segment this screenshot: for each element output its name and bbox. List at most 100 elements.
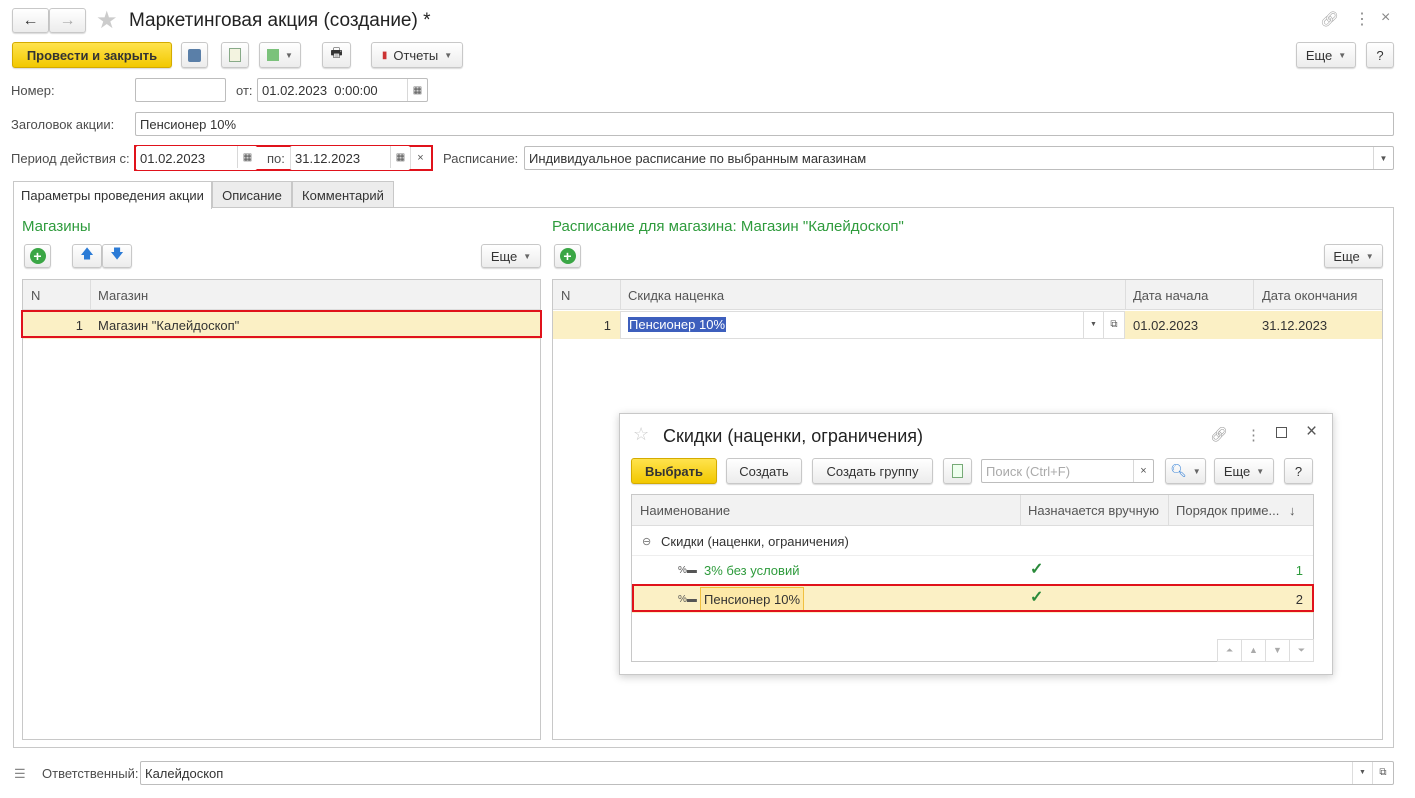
move-down-button[interactable]: 🡇︎ — [102, 244, 132, 268]
save-icon — [188, 48, 201, 62]
dropdown-arrow-icon[interactable]: ▼ — [1083, 312, 1103, 338]
plus-icon: + — [559, 248, 576, 264]
scroll-top-icon[interactable]: ⏶ — [1218, 640, 1242, 661]
group-row[interactable]: ⊖ Скидки (наценки, ограничения) — [632, 527, 1313, 556]
stores-table: N Магазин 1 Магазин "Калейдоскоп" — [22, 279, 541, 740]
link-icon[interactable]: 🔗︎ — [1210, 426, 1228, 443]
discount-input[interactable]: Пенсионер 10% ▼ ⧉ — [620, 311, 1125, 339]
sort-arrow-icon[interactable]: ↓ — [1289, 495, 1296, 526]
add-store-button[interactable]: + — [24, 244, 51, 268]
close-icon[interactable]: × — [1306, 421, 1317, 443]
dropdown-arrow-icon[interactable]: ▼ — [1373, 147, 1393, 169]
favorite-star-icon[interactable]: ☆ — [633, 424, 649, 445]
more-label: Еще — [490, 248, 518, 264]
create-based-on-button[interactable]: ▼ — [259, 42, 301, 68]
stores-heading: Магазины — [22, 218, 91, 235]
column-header-name[interactable]: Наименование — [640, 495, 730, 526]
calendar-icon[interactable]: ▦ — [237, 146, 257, 168]
select-button[interactable]: Выбрать — [631, 458, 717, 484]
reports-button[interactable]: ▮ Отчеты ▼ — [371, 42, 463, 68]
more-vertical-icon[interactable]: ⋮ — [1354, 9, 1370, 29]
forward-button[interactable]: → — [49, 8, 86, 33]
new-document-icon — [952, 464, 963, 478]
column-header-store[interactable]: Магазин — [98, 280, 148, 310]
more-vertical-icon[interactable]: ⋮ — [1246, 426, 1261, 444]
number-input[interactable] — [135, 78, 226, 102]
check-icon: ✓ — [1030, 561, 1044, 578]
clear-period-button[interactable]: × — [410, 147, 430, 169]
create-group-button[interactable]: Создать группу — [812, 458, 933, 484]
arrow-down-icon: 🡇︎ — [110, 246, 124, 261]
period-to-input[interactable]: 31.12.2023 ▦ — [290, 146, 410, 170]
column-header-start[interactable]: Дата начала — [1133, 280, 1208, 310]
save-button[interactable] — [181, 42, 208, 68]
add-schedule-button[interactable]: + — [554, 244, 581, 268]
back-button[interactable]: ← — [12, 8, 49, 33]
copy-button[interactable] — [943, 458, 972, 484]
search-button[interactable]: 🔍︎ ▼ — [1165, 458, 1206, 484]
date-input[interactable]: 01.02.2023 0:00:00 ▦ — [257, 78, 428, 102]
scroll-up-icon[interactable]: ▲ — [1242, 640, 1266, 661]
discount-icon: %▬ — [678, 565, 697, 576]
tab-comment[interactable]: Комментарий — [292, 181, 394, 208]
link-icon[interactable]: 🔗︎ — [1320, 10, 1339, 28]
order-value: 1 — [1295, 563, 1303, 578]
responsible-value: Калейдоскоп — [145, 765, 224, 781]
print-button[interactable]: 🖶︎ — [322, 42, 351, 68]
create-button[interactable]: Создать — [726, 458, 802, 484]
more-label: Еще — [1333, 248, 1360, 264]
more-button[interactable]: Еще ▼ — [1296, 42, 1356, 68]
calendar-icon[interactable]: ▦ — [407, 79, 427, 101]
dialog-title: Скидки (наценки, ограничения) — [663, 426, 924, 446]
arrow-right-icon: → — [59, 11, 76, 29]
schedule-more-button[interactable]: Еще ▼ — [1324, 244, 1383, 268]
column-header-order[interactable]: Порядок приме... — [1176, 495, 1279, 526]
favorite-star-icon[interactable]: ★ — [96, 6, 118, 35]
discount-value: Пенсионер 10% — [628, 317, 727, 332]
table-row[interactable]: %▬ 3% без условий ✓ 1 — [632, 556, 1313, 585]
open-icon[interactable]: ⧉ — [1372, 762, 1393, 784]
clear-search-button[interactable]: × — [1133, 460, 1153, 482]
period-from-input[interactable]: 01.02.2023 ▦ — [136, 146, 257, 170]
from-label: от: — [236, 83, 253, 98]
period-to-label: по: — [267, 151, 285, 166]
post-and-close-button[interactable]: Провести и закрыть — [12, 42, 172, 68]
close-icon[interactable]: × — [1381, 9, 1390, 27]
discounts-dialog: ☆ Скидки (наценки, ограничения) 🔗︎ ⋮ × В… — [619, 413, 1333, 675]
stores-more-button[interactable]: Еще ▼ — [481, 244, 541, 268]
tab-parameters[interactable]: Параметры проведения акции — [13, 181, 212, 209]
post-button[interactable] — [221, 42, 249, 68]
more-label: Еще — [1305, 47, 1333, 63]
responsible-input[interactable]: Калейдоскоп ▼ ⧉ — [140, 761, 1394, 785]
maximize-icon[interactable] — [1276, 427, 1287, 438]
schedule-value: Индивидуальное расписание по выбранным м… — [529, 150, 867, 166]
period-to-value: 31.12.2023 — [295, 150, 361, 166]
collapse-icon[interactable]: ⊖ — [642, 527, 651, 556]
header-input[interactable]: Пенсионер 10% — [135, 112, 1394, 136]
calendar-icon[interactable]: ▦ — [390, 146, 410, 168]
column-header-n[interactable]: N — [561, 280, 570, 310]
responsible-label: Ответственный: — [42, 766, 139, 781]
scroll-down-icon[interactable]: ▼ — [1266, 640, 1290, 661]
search-input[interactable]: Поиск (Ctrl+F) × — [981, 459, 1154, 483]
dialog-more-button[interactable]: Еще ▼ — [1214, 458, 1274, 484]
column-header-n[interactable]: N — [31, 280, 40, 310]
report-icon: ▮ — [381, 49, 388, 61]
column-header-discount[interactable]: Скидка наценка — [628, 280, 724, 310]
table-row[interactable]: 1 Пенсионер 10% ▼ ⧉ 01.02.2023 31.12.202… — [553, 311, 1382, 339]
move-up-button[interactable]: 🡅︎ — [72, 244, 102, 268]
open-icon[interactable]: ⧉ — [1103, 312, 1124, 338]
schedule-select[interactable]: Индивидуальное расписание по выбранным м… — [524, 146, 1394, 170]
scroll-bottom-icon[interactable]: ⏷ — [1290, 640, 1313, 661]
store-row-highlight — [21, 310, 542, 338]
more-label: Еще — [1223, 463, 1251, 479]
comment-icon[interactable]: ☰ — [14, 766, 26, 782]
tab-description[interactable]: Описание — [212, 181, 292, 208]
column-header-end[interactable]: Дата окончания — [1262, 280, 1357, 310]
column-header-manual[interactable]: Назначается вручную — [1028, 495, 1159, 526]
header-label: Заголовок акции: — [11, 117, 115, 132]
dialog-help-button[interactable]: ? — [1284, 458, 1313, 484]
help-button[interactable]: ? — [1366, 42, 1394, 68]
dropdown-arrow-icon[interactable]: ▼ — [1352, 762, 1372, 784]
period-from-value: 01.02.2023 — [140, 150, 206, 166]
